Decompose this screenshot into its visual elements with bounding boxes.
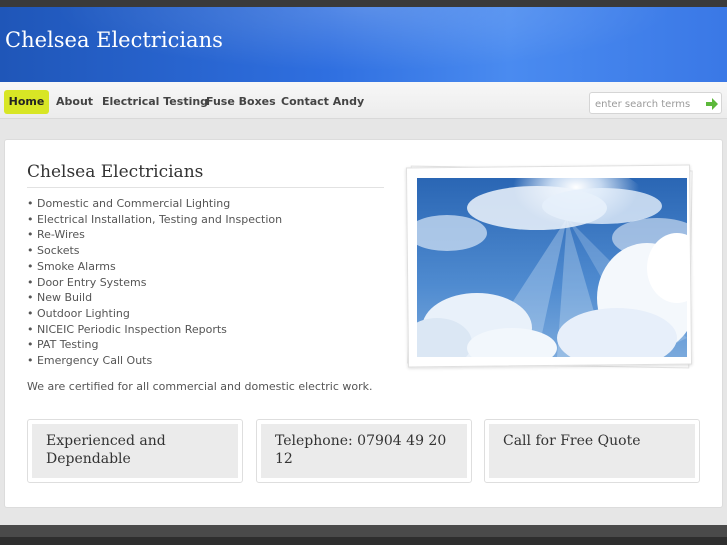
search-box	[589, 92, 722, 114]
list-item: • Emergency Call Outs	[27, 354, 153, 368]
main-content: Chelsea Electricians • Domestic and Comm…	[4, 139, 723, 508]
site-title[interactable]: Chelsea Electricians	[5, 28, 223, 52]
certified-text: We are certified for all commercial and …	[27, 380, 373, 393]
list-item: • Domestic and Commercial Lighting	[27, 197, 231, 210]
nav-item-electrical-testing[interactable]: Electrical Testing	[95, 90, 215, 114]
nav-item-fuse-boxes[interactable]: Fuse Boxes	[199, 90, 283, 114]
footer-bottom-bar	[0, 537, 727, 545]
nav-item-about[interactable]: About	[49, 90, 100, 114]
list-item: • Outdoor Lighting	[27, 306, 130, 320]
list-item: • Smoke Alarms	[27, 259, 116, 273]
nav-item-contact-andy[interactable]: Contact Andy	[274, 90, 371, 114]
feature-box-telephone: Telephone: 07904 49 20 12	[256, 419, 472, 483]
services-list: • Domestic and Commercial Lighting • Ele…	[27, 196, 282, 369]
page-title: Chelsea Electricians	[27, 162, 204, 182]
list-item: • New Build	[27, 291, 93, 305]
title-divider	[27, 187, 384, 188]
main-navigation: Home About Electrical Testing Fuse Boxes…	[0, 82, 727, 119]
list-item: • Re-Wires	[27, 228, 85, 242]
list-item: • Door Entry Systems	[27, 275, 147, 289]
feature-box-text: Experienced and Dependable	[46, 433, 166, 467]
list-item: • Sockets	[27, 244, 80, 258]
feature-box-inner: Experienced and Dependable	[32, 424, 238, 478]
list-item: • NICEIC Periodic Inspection Reports	[27, 322, 227, 336]
top-bar	[0, 0, 727, 7]
sky-photo	[417, 178, 687, 357]
feature-box-inner: Telephone: 07904 49 20 12	[261, 424, 467, 478]
list-item: • PAT Testing	[27, 338, 99, 352]
feature-box-quote[interactable]: Call for Free Quote	[484, 419, 700, 483]
search-input[interactable]	[595, 96, 700, 112]
feature-box-experienced: Experienced and Dependable	[27, 419, 243, 483]
site-header: Chelsea Electricians	[0, 7, 727, 82]
nav-item-home[interactable]: Home	[4, 90, 49, 114]
feature-box-text: Telephone: 07904 49 20 12	[275, 433, 447, 467]
green-arrow-icon[interactable]	[704, 96, 720, 112]
list-item: • Electrical Installation, Testing and I…	[27, 212, 283, 226]
feature-box-text: Call for Free Quote	[503, 433, 641, 449]
feature-box-inner: Call for Free Quote	[489, 424, 695, 478]
